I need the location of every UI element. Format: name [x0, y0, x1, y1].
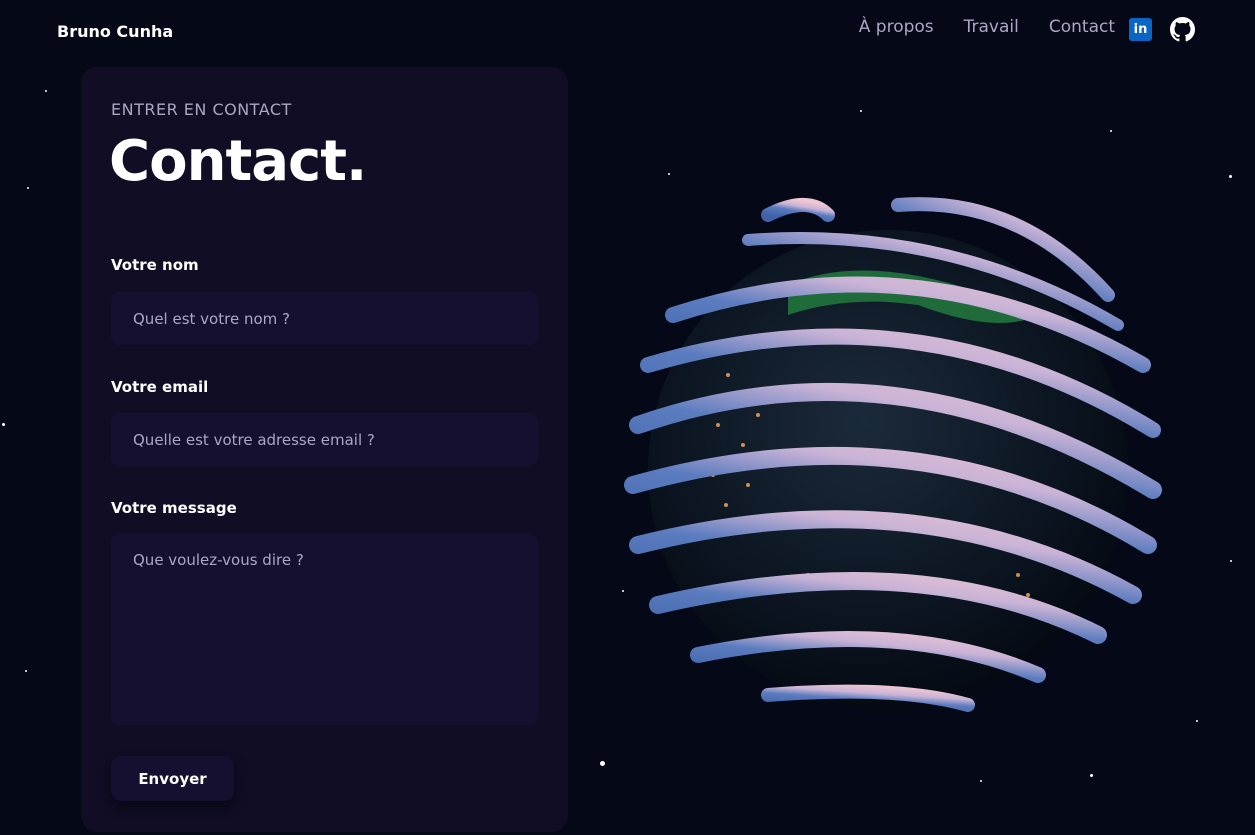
email-input[interactable]: [111, 413, 538, 466]
nav-links: À propos Travail Contact: [859, 17, 1115, 37]
message-label: Votre message: [111, 499, 237, 517]
brand-logo[interactable]: Bruno Cunha: [57, 22, 173, 41]
contact-card: Entrer en contact Contact. Votre nom Vot…: [81, 67, 568, 832]
send-button[interactable]: Envoyer: [111, 756, 234, 801]
page-title: Contact.: [109, 129, 367, 194]
nav-link-work[interactable]: Travail: [964, 17, 1019, 37]
message-textarea[interactable]: [111, 534, 538, 725]
nav-link-about[interactable]: À propos: [859, 17, 934, 37]
earth-3d-model[interactable]: [618, 185, 1168, 720]
email-label: Votre email: [111, 378, 209, 396]
github-icon[interactable]: [1170, 17, 1195, 42]
linkedin-icon-label: in: [1133, 22, 1148, 37]
name-input[interactable]: [111, 292, 538, 345]
name-label: Votre nom: [111, 256, 199, 274]
linkedin-icon[interactable]: in: [1129, 18, 1152, 41]
nav-link-contact[interactable]: Contact: [1049, 17, 1115, 37]
navbar: Bruno Cunha À propos Travail Contact in: [0, 0, 1255, 62]
section-subtitle: Entrer en contact: [111, 100, 292, 119]
